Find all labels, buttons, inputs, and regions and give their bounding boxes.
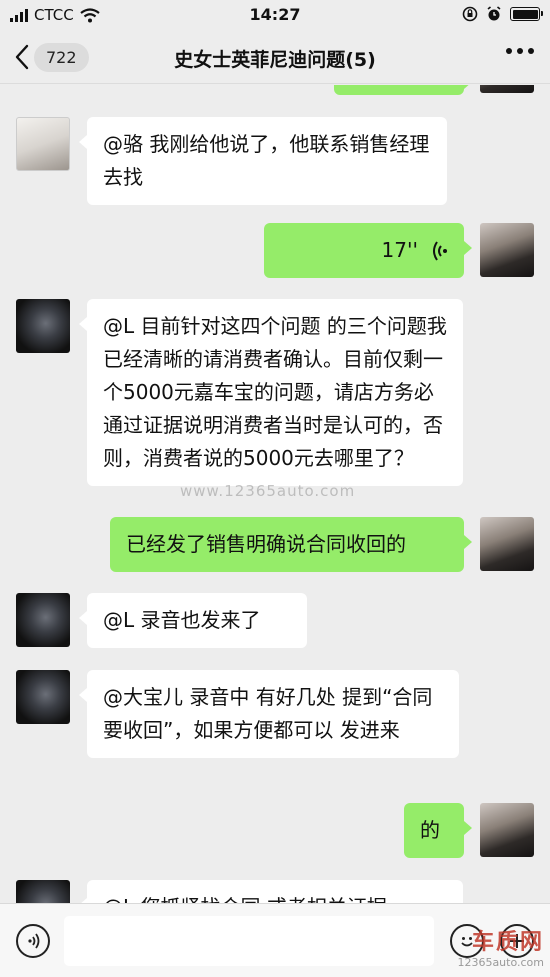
voice-message-bubble[interactable]: 17'' <box>264 223 472 278</box>
avatar-self[interactable] <box>480 223 534 277</box>
voice-input-button[interactable] <box>16 924 50 958</box>
input-bar: 车质网 12365auto.com <box>0 903 550 977</box>
avatar-sender[interactable] <box>16 670 70 724</box>
message-bubble[interactable]: @L 录音也发来了 <box>79 593 307 648</box>
avatar-self[interactable] <box>480 85 534 93</box>
voice-duration: 17'' <box>381 238 418 262</box>
message-bubble-partial[interactable] <box>334 85 472 95</box>
avatar-sender[interactable] <box>16 593 70 647</box>
chat-header: 722 史女士英菲尼迪问题(5) <box>0 30 550 84</box>
chat-title: 史女士英菲尼迪问题(5) <box>174 49 376 71</box>
avatar-self[interactable] <box>480 803 534 857</box>
alarm-icon <box>487 6 501 21</box>
watermark-text: www.12365auto.com <box>180 482 356 500</box>
avatar-sender[interactable] <box>16 117 70 171</box>
message-bubble[interactable]: 的 <box>404 803 472 858</box>
message-bubble[interactable]: @L 您抓紧找合同 或者相关证据 <box>79 880 463 903</box>
voice-wave-icon <box>433 240 447 261</box>
message-list[interactable]: @骆 我刚给他说了，他联系销售经理去找 17'' @L 目前针对这四个问题 的三… <box>0 85 550 903</box>
avatar-self[interactable] <box>480 517 534 571</box>
brand-url: 12365auto.com <box>457 956 544 969</box>
message-bubble[interactable]: 已经发了销售明确说合同收回的 <box>110 517 472 572</box>
message-bubble[interactable]: @L 目前针对这四个问题 的三个问题我已经清晰的请消费者确认。目前仅剩一个500… <box>79 299 463 486</box>
status-bar: CTCC 14:27 <box>0 0 550 30</box>
message-input[interactable] <box>64 916 434 966</box>
message-bubble[interactable]: @大宝儿 录音中 有好几处 提到“合同要收回”，如果方便都可以 发进来 <box>79 670 459 758</box>
brand-logo: 车质网 12365auto.com <box>457 924 544 969</box>
avatar-sender[interactable] <box>16 299 70 353</box>
message-bubble[interactable]: @骆 我刚给他说了，他联系销售经理去找 <box>79 117 447 205</box>
orientation-lock-icon <box>462 6 478 22</box>
battery-icon <box>510 7 543 21</box>
more-options-button[interactable] <box>506 48 534 54</box>
avatar-sender[interactable] <box>16 880 70 903</box>
brand-name: 车质网 <box>471 930 544 955</box>
voice-icon <box>28 933 40 949</box>
